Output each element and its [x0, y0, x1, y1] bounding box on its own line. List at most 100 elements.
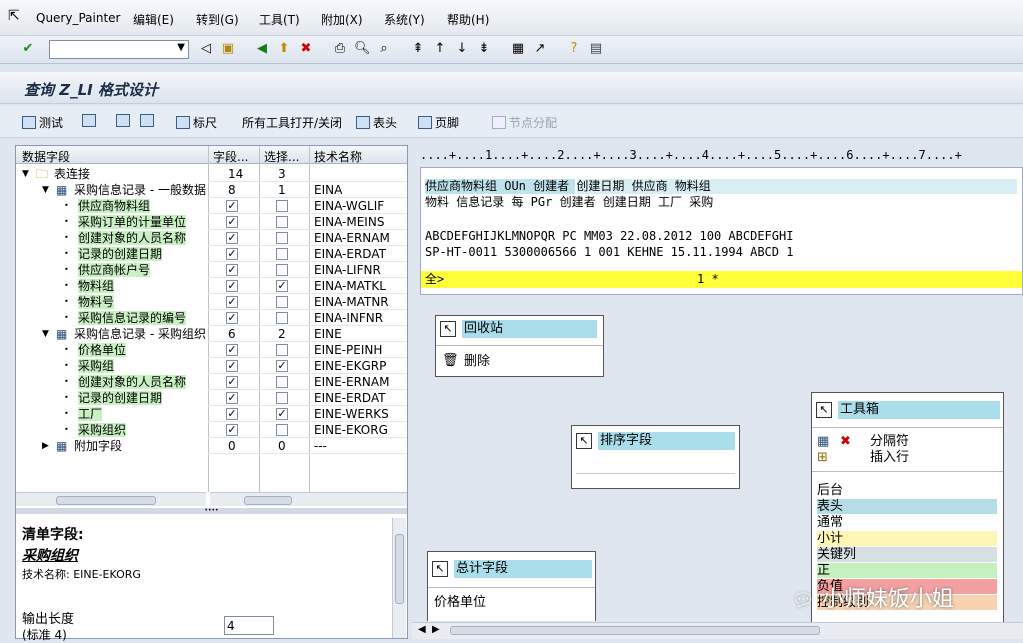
- exit-icon[interactable]: ⬆: [276, 41, 292, 57]
- field-row[interactable]: • 采购组织 ✓ EINE-EKORG: [16, 422, 407, 438]
- output-checkbox[interactable]: ✓: [226, 296, 238, 308]
- expand-icon[interactable]: ▶: [42, 439, 49, 453]
- field-row[interactable]: • 供应商物料组 ✓ EINA-WGLIF: [16, 198, 407, 214]
- field-row[interactable]: • 记录的创建日期 ✓ EINE-ERDAT: [16, 390, 407, 406]
- scroll-thumb[interactable]: [395, 534, 404, 604]
- separator-tool[interactable]: 分隔符: [870, 434, 909, 449]
- col-field[interactable]: 字段...: [213, 148, 257, 165]
- selection-checkbox[interactable]: [276, 232, 288, 244]
- output-checkbox[interactable]: ✓: [226, 408, 238, 420]
- menu-query-painter[interactable]: Query_Painter: [36, 11, 120, 25]
- first-page-icon[interactable]: ⇞: [410, 41, 426, 57]
- table-icon[interactable]: ▦: [817, 434, 829, 449]
- field-row[interactable]: • 记录的创建日期 ✓ EINA-ERDAT: [16, 246, 407, 262]
- cancel-icon[interactable]: ✖: [298, 41, 314, 57]
- insert-row-icon[interactable]: ⊞: [817, 450, 828, 465]
- selection-checkbox[interactable]: [276, 376, 288, 388]
- selection-checkbox[interactable]: [276, 200, 288, 212]
- header-button[interactable]: 表头: [356, 114, 397, 131]
- field-row[interactable]: • 工厂 ✓ ✓ EINE-WERKS: [16, 406, 407, 422]
- find-next-icon[interactable]: ⌕: [376, 41, 392, 57]
- command-field[interactable]: ▼: [49, 40, 189, 59]
- node-row[interactable]: ▼ ▦ 采购信息记录 - 采购组织 6 2 EINE: [16, 326, 407, 342]
- output-checkbox[interactable]: ✓: [226, 280, 238, 292]
- drag-cursor-icon[interactable]: ↖: [432, 561, 448, 577]
- insert-row-tool[interactable]: 插入行: [870, 450, 909, 465]
- output-checkbox[interactable]: ✓: [226, 232, 238, 244]
- selection-checkbox[interactable]: [276, 424, 288, 436]
- recycle-bin-box[interactable]: ↖ 回收站 🗑︎ 删除: [435, 315, 604, 377]
- chevron-down-icon[interactable]: ▼: [177, 42, 185, 53]
- layout-menu-icon[interactable]: ▤: [588, 41, 604, 57]
- selection-checkbox[interactable]: [276, 216, 288, 228]
- field-row[interactable]: • 采购信息记录的编号 ✓ EINA-INFNR: [16, 310, 407, 326]
- format-kind-item[interactable]: 通常: [817, 515, 997, 530]
- field-row[interactable]: • 采购订单的计量单位 ✓ EINA-MEINS: [16, 214, 407, 230]
- total-row[interactable]: 全> 1 *: [421, 271, 1022, 288]
- selection-checkbox[interactable]: [276, 392, 288, 404]
- left-hscroll[interactable]: [16, 492, 206, 506]
- selection-checkbox[interactable]: [276, 344, 288, 356]
- preview-row-1[interactable]: ABCDEFGHIJKLMNOPQR PC MM03 22.08.2012 10…: [425, 229, 793, 244]
- drag-cursor-icon[interactable]: ↖: [440, 321, 456, 337]
- selection-checkbox[interactable]: ✓: [276, 360, 288, 372]
- field-row[interactable]: • 物料号 ✓ EINA-MATNR: [16, 294, 407, 310]
- system-menu-icon[interactable]: ⇱: [8, 8, 20, 24]
- new-session-icon[interactable]: ▦: [510, 41, 526, 57]
- selection-checkbox[interactable]: ✓: [276, 408, 288, 420]
- selection-checkbox[interactable]: [276, 264, 288, 276]
- selection-checkbox[interactable]: [276, 296, 288, 308]
- right-hscroll[interactable]: [210, 492, 407, 506]
- field-row[interactable]: • 创建对象的人员名称 ✓ EINA-ERNAM: [16, 230, 407, 246]
- drag-cursor-icon[interactable]: ↖: [816, 402, 832, 418]
- next-page-icon[interactable]: ↓: [454, 41, 470, 57]
- all-tools-button[interactable]: 所有工具打开/关闭: [242, 114, 342, 131]
- shortcut-icon[interactable]: ↗: [532, 41, 548, 57]
- designer-hscroll[interactable]: ◀ ▶: [412, 622, 1023, 639]
- field-row[interactable]: • 创建对象的人员名称 ✓ EINE-ERNAM: [16, 374, 407, 390]
- drag-cursor-icon[interactable]: ↖: [576, 433, 592, 449]
- output-checkbox[interactable]: ✓: [226, 200, 238, 212]
- find-button[interactable]: [116, 114, 133, 128]
- output-checkbox[interactable]: ✓: [226, 376, 238, 388]
- selection-checkbox[interactable]: [276, 312, 288, 324]
- format-kind-item[interactable]: 正: [817, 563, 997, 578]
- hierarchy-button[interactable]: [82, 114, 99, 128]
- node-row[interactable]: ▼ 🗀 表连接 14 3: [16, 166, 407, 182]
- output-checkbox[interactable]: ✓: [226, 248, 238, 260]
- delete-label[interactable]: 删除: [464, 354, 490, 369]
- menu-edit[interactable]: 编辑(E): [133, 11, 174, 28]
- scroll-thumb[interactable]: [244, 496, 292, 505]
- enter-check-icon[interactable]: ✔: [20, 41, 36, 57]
- selection-checkbox[interactable]: [276, 248, 288, 260]
- back-icon[interactable]: ◀: [254, 41, 270, 57]
- field-row[interactable]: • 物料组 ✓ ✓ EINA-MATKL: [16, 278, 407, 294]
- col-tech-name[interactable]: 技术名称: [314, 148, 362, 165]
- trash-icon[interactable]: 🗑︎: [442, 353, 459, 368]
- sort-field-slot[interactable]: [576, 458, 735, 474]
- splitter[interactable]: ••••: [16, 508, 407, 514]
- footer-button[interactable]: 页脚: [418, 114, 459, 131]
- menu-system[interactable]: 系统(Y): [384, 11, 425, 28]
- node-row[interactable]: ▼ ▦ 采购信息记录 - 一般数据 8 1 EINA: [16, 182, 407, 198]
- ruler-button[interactable]: 标尺: [176, 114, 217, 131]
- find-next-button[interactable]: [140, 114, 157, 128]
- save-icon[interactable]: ▣: [220, 41, 236, 57]
- total-fields-box[interactable]: ↖ 总计字段 价格单位: [427, 551, 596, 621]
- node-row[interactable]: ▶ ▦ 附加字段 0 0 ---: [16, 438, 407, 454]
- field-row[interactable]: • 供应商帐户号 ✓ EINA-LIFNR: [16, 262, 407, 278]
- selection-checkbox[interactable]: ✓: [276, 280, 288, 292]
- format-kind-item[interactable]: 关键列: [817, 547, 997, 562]
- collapse-icon[interactable]: ▼: [42, 183, 49, 197]
- total-field-item[interactable]: 价格单位: [434, 595, 486, 610]
- output-checkbox[interactable]: ✓: [226, 216, 238, 228]
- output-checkbox[interactable]: ✓: [226, 424, 238, 436]
- delete-x-icon[interactable]: ✖: [840, 434, 851, 449]
- menu-help[interactable]: 帮助(H): [447, 11, 489, 28]
- menu-extras[interactable]: 附加(X): [321, 11, 363, 28]
- collapse-icon[interactable]: ▼: [42, 327, 49, 341]
- scroll-right-icon[interactable]: ▶: [432, 624, 440, 635]
- node-alloc-button[interactable]: 节点分配: [492, 114, 557, 131]
- menu-goto[interactable]: 转到(G): [196, 11, 239, 28]
- help-icon[interactable]: ?: [566, 41, 582, 57]
